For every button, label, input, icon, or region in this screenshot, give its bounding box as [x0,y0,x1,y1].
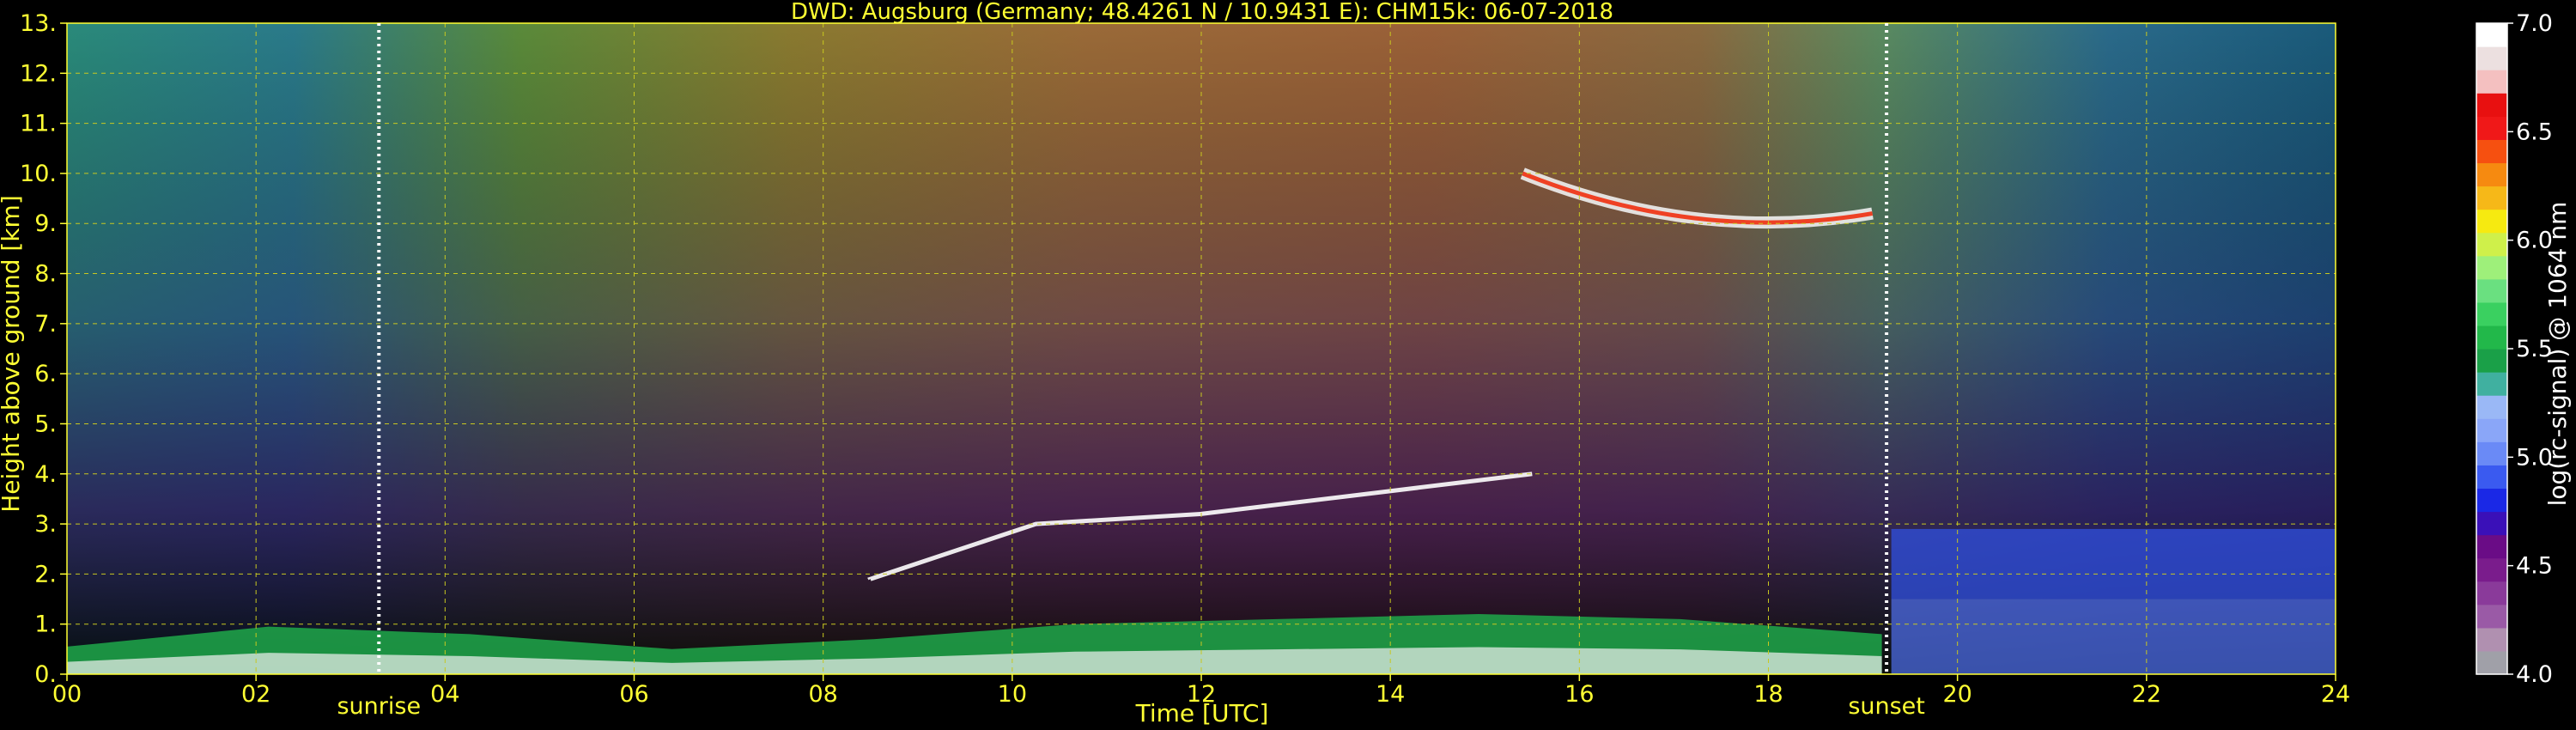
colorbar-cell [2476,418,2507,442]
x-axis-label: Time [UTC] [1135,699,1269,727]
colorbar-cell [2476,301,2507,326]
x-tick-label: 04 [430,681,459,708]
residual-layer [1891,528,2336,599]
colorbar-cell [2476,627,2507,652]
colorbar-cell [2476,441,2507,465]
x-tick-label: 10 [998,681,1027,708]
y-axis-label: Height above ground [km] [0,195,25,513]
colorbar-cell [2476,372,2507,396]
colorbar-cell [2476,278,2507,303]
colorbar-cell [2476,581,2507,605]
colorbar-cell [2476,23,2507,47]
colorbar-cell [2476,349,2507,373]
y-tick-label: 7. [34,311,57,338]
colorbar-cell [2476,557,2507,582]
x-tick-label: 02 [241,681,270,708]
x-tick-label: 16 [1564,681,1594,708]
colorbar-tick-label: 4.0 [2516,661,2553,688]
x-tick-label: 06 [619,681,648,708]
sunrise-label: sunrise [337,693,421,720]
colorbar-cell [2476,650,2507,675]
colorbar-cell [2476,186,2507,210]
colorbar-cell [2476,70,2507,94]
y-tick-label: 11. [20,111,57,137]
colorbar-cell [2476,46,2507,70]
y-tick-label: 6. [34,361,57,387]
colorbar-cell [2476,209,2507,234]
y-tick-label: 1. [34,611,57,638]
y-tick-label: 3. [34,511,57,538]
colorbar-cell [2476,511,2507,536]
chart-title: DWD: Augsburg (Germany; 48.4261 N / 10.9… [791,0,1613,25]
y-tick-label: 5. [34,411,57,437]
colorbar-cell [2476,116,2507,140]
colorbar-cell [2476,604,2507,629]
y-tick-label: 13. [20,10,57,37]
colorbar-cell [2476,325,2507,350]
colorbar-cell [2476,488,2507,513]
ceilometer-figure: DWD: Augsburg (Germany; 48.4261 N / 10.9… [0,0,2572,727]
y-tick-label: 10. [20,161,57,187]
x-tick-label: 08 [808,681,837,708]
residual-layer-lower [1891,599,2336,674]
y-tick-label: 0. [34,661,57,688]
colorbar-cell [2476,255,2507,280]
colorbar-cell [2476,534,2507,559]
colorbar-tick-label: 4.5 [2516,553,2553,580]
colorbar-cell [2476,395,2507,419]
colorbar-tick-label: 6.5 [2516,119,2553,145]
colorbar-tick-label: 7.0 [2516,10,2553,37]
colorbar-cell [2476,162,2507,187]
x-tick-label: 20 [1942,681,1971,708]
y-tick-label: 12. [20,60,57,87]
y-axis-ticks: 0. 1. 2. 3. 4. 5. 6. 7. 8. 9. 10. 11. 12. 13. [20,10,67,688]
sunset-label: sunset [1848,693,1925,720]
y-tick-label: 4. [34,461,57,488]
colorbar-cell [2476,465,2507,490]
y-tick-label: 8. [34,261,57,288]
colorbar-label: log(rc-signal) @ 1064 nm [2543,202,2572,507]
colorbar-cell [2476,93,2507,117]
x-tick-label: 22 [2132,681,2161,708]
y-tick-label: 2. [34,561,57,587]
x-tick-label: 18 [1753,681,1783,708]
x-tick-label: 14 [1376,681,1405,708]
x-tick-label: 24 [2321,681,2350,708]
y-tick-label: 9. [34,210,57,237]
plot-area: sunrise sunset 00 02 04 06 08 10 12 14 16 18 20 22 24… [20,10,2350,720]
colorbar-cell [2476,232,2507,257]
colorbar-cell [2476,139,2507,164]
colorbar: 4.04.55.05.56.06.57.0 [2476,10,2553,688]
